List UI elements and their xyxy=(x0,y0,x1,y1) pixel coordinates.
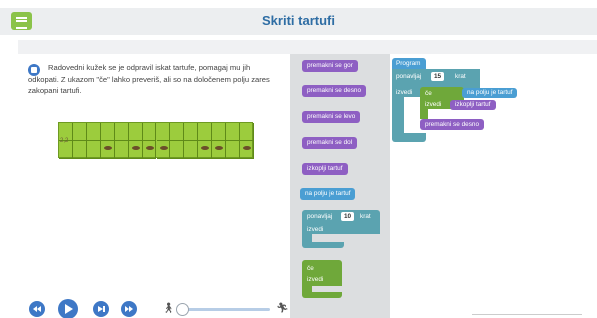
repeat-count-field[interactable]: 10 xyxy=(341,212,355,221)
grid-cell xyxy=(184,141,199,159)
truffle-icon xyxy=(103,146,112,150)
play-icon xyxy=(65,304,73,314)
grid-cell xyxy=(212,141,227,159)
step-button[interactable] xyxy=(93,301,109,317)
grid-cell xyxy=(100,141,115,159)
grid-cell xyxy=(156,123,171,141)
grid-cell xyxy=(72,141,87,159)
truffle-icon xyxy=(159,146,168,150)
ws-repeat-suffix: krat xyxy=(455,73,466,80)
dog-sprite-label: 2,2 xyxy=(60,138,69,144)
block-dig[interactable]: izkoplji tartuf xyxy=(302,163,348,175)
grid-cell xyxy=(86,123,101,141)
rewind-button[interactable] xyxy=(29,301,45,317)
speed-thumb[interactable] xyxy=(176,303,189,316)
grid-cell xyxy=(142,123,157,141)
speed-slider[interactable]: 🚶︎ 🏃︎ xyxy=(162,303,289,316)
grid-cell xyxy=(128,123,143,141)
repeat-do-label: izvedi xyxy=(307,226,324,233)
ws-move-right-block[interactable]: premakni se desno xyxy=(420,119,484,130)
grid-cell xyxy=(86,141,101,159)
grid-cell xyxy=(198,141,213,159)
header-bar: Skriti tartufi xyxy=(0,8,597,35)
grid-cell xyxy=(142,141,157,159)
grid-cell xyxy=(156,141,171,159)
grid-cell xyxy=(128,141,143,159)
page-title: Skriti tartufi xyxy=(262,13,335,28)
page: Skriti tartufi Radovedni kužek se je odp… xyxy=(0,0,597,318)
instructions-text: Radovedni kužek se je odpravil iskat tar… xyxy=(28,63,270,95)
grid-cell xyxy=(240,123,254,141)
repeat-label: ponavljaj xyxy=(307,213,333,220)
if-label: če xyxy=(307,265,314,272)
workspace-divider xyxy=(472,314,582,315)
grid-cell xyxy=(212,123,227,141)
play-button[interactable] xyxy=(58,299,78,318)
truffle-icon xyxy=(145,146,154,150)
grid-cell xyxy=(114,123,129,141)
repeat-suffix: krat xyxy=(360,213,371,220)
grid-cell xyxy=(184,123,199,141)
block-repeat[interactable]: ponavljaj 10 krat izvedi xyxy=(302,210,380,248)
ws-condition-block[interactable]: na polju je tartuf xyxy=(462,88,518,98)
fast-forward-button[interactable] xyxy=(121,301,137,317)
truffle-icon xyxy=(131,146,140,150)
block-move-down[interactable]: premakni se dol xyxy=(302,137,358,149)
grid-cell xyxy=(72,123,87,141)
block-move-left[interactable]: premakni se levo xyxy=(302,111,361,123)
grid-cell xyxy=(226,141,241,159)
fast-forward-icon xyxy=(125,306,133,312)
grid-cell xyxy=(170,141,185,159)
ws-repeat-count-field[interactable]: 15 xyxy=(431,72,445,81)
grid-cell xyxy=(226,123,241,141)
grid-cell xyxy=(100,123,115,141)
rewind-icon xyxy=(33,306,41,312)
run-icon: 🏃︎ xyxy=(276,303,289,314)
ws-if-do: izvedi xyxy=(425,101,442,108)
ws-repeat-do: izvedi xyxy=(396,89,413,96)
step-icon xyxy=(98,306,105,312)
block-move-up[interactable]: premakni se gor xyxy=(302,60,358,72)
grid-cell xyxy=(170,123,185,141)
speed-track[interactable] xyxy=(178,308,270,311)
grid-cell xyxy=(240,141,254,159)
program-block[interactable]: Program ponavljaj 15 krat izvedi če na p… xyxy=(392,58,532,142)
sub-bar xyxy=(18,40,597,54)
grid-cell xyxy=(198,123,213,141)
ws-repeat-label: ponavljaj xyxy=(396,73,422,80)
truffle-icon xyxy=(243,146,252,150)
ws-dig-block[interactable]: izkoplji tartuf xyxy=(450,100,496,110)
block-move-right[interactable]: premakni se desno xyxy=(302,85,366,97)
if-do-label: izvedi xyxy=(307,276,324,283)
program-label: Program xyxy=(396,60,421,67)
block-if[interactable]: če izvedi xyxy=(302,260,344,300)
block-on-truffle[interactable]: na polju je tartuf xyxy=(300,188,356,200)
game-grid xyxy=(58,122,254,159)
ws-if-label: če xyxy=(425,90,432,97)
grid-cell xyxy=(114,141,129,159)
block-toolbox: premakni se gor premakni se desno premak… xyxy=(290,54,390,318)
walk-icon: 🚶︎ xyxy=(162,303,175,314)
